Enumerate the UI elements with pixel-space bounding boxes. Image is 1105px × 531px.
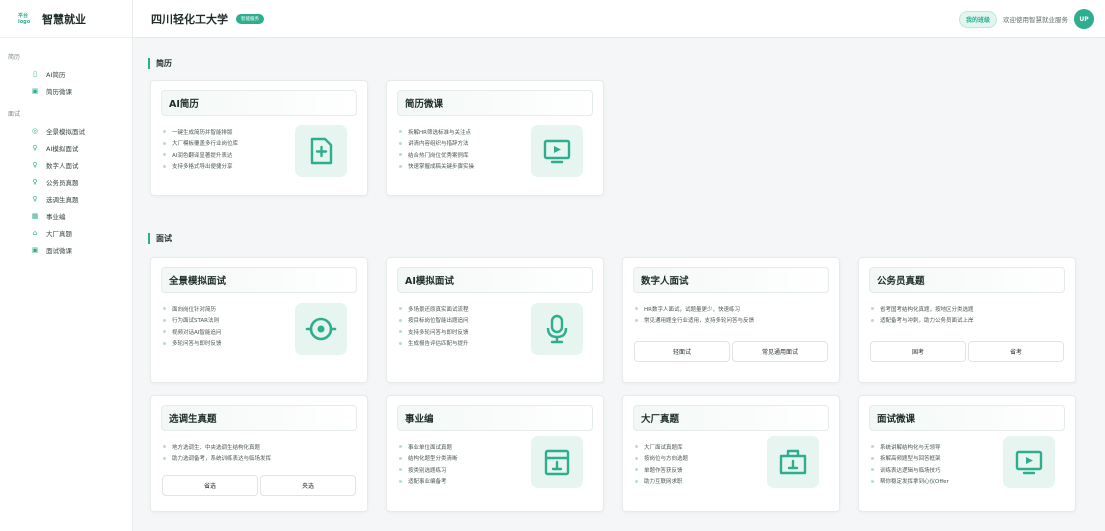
- resume-doc-icon: ▯: [33, 70, 37, 78]
- card-bullets: 地方选调生、中央选调生结构化真题 助力选调备考，系统训练表达与临场发挥: [163, 441, 367, 464]
- mic-icon: ♀: [32, 178, 38, 186]
- my-class-button[interactable]: 我的班级: [958, 10, 997, 28]
- sidebar-item-resume-course[interactable]: ▣ 简历微课: [0, 83, 132, 99]
- card-button-row: 省选 央选: [162, 475, 356, 496]
- brand-logo: 平台logo: [18, 13, 31, 25]
- video-icon: [531, 125, 583, 177]
- provincial-exam-button[interactable]: 省考: [968, 341, 1064, 362]
- mic-icon: ♀: [32, 195, 38, 203]
- general-interview-button[interactable]: 常见通用面试: [732, 341, 828, 362]
- sidebar-item-digital[interactable]: ♀ 数字人面试: [0, 157, 132, 173]
- service-badge: 智能服务: [236, 13, 264, 24]
- card-title: 面试微课: [869, 405, 1065, 431]
- university-name: 四川轻化工大学: [151, 12, 228, 26]
- card-ai-interview[interactable]: AI模拟面试 多场景还原真实面试流程 按目标岗位智能出题追问 支持多轮问答与即时…: [386, 257, 604, 383]
- card-bullets: HR数字人面试，试题量更少，快速练习 常见通用题全行业适用，支持多轮问答与反馈: [635, 303, 839, 326]
- card-title: AI模拟面试: [397, 267, 593, 293]
- welcome-text: 欢迎使用智慧就业服务: [1003, 16, 1068, 24]
- card-panorama-interview[interactable]: 全景模拟面试 面向岗位针对简历 行为面试STAR法则 视频对话AI智能追问 多轮…: [150, 257, 368, 383]
- mic-icon: ♀: [32, 161, 38, 169]
- video-icon: [1003, 436, 1055, 488]
- list-item: 地方选调生、中央选调生结构化真题: [163, 441, 367, 453]
- sidebar-item-panorama[interactable]: ◎ 全景模拟面试: [0, 123, 132, 139]
- brand-name: 智慧就业: [42, 12, 86, 26]
- card-resume-course[interactable]: 简历微课 拆解HR筛选标准与关注点 讲清内容组织与措辞方法 结合热门岗位优秀案例…: [386, 80, 604, 196]
- national-exam-button[interactable]: 国考: [870, 341, 966, 362]
- sidebar-item-label: 全景模拟面试: [46, 128, 85, 136]
- card-title: 全景模拟面试: [161, 267, 357, 293]
- resume-doc-icon: [295, 125, 347, 177]
- card-big-company[interactable]: 大厂真题 大厂面试真题库 按岗位与方向选题 单题作答获反馈 助力互联网求职: [622, 395, 840, 512]
- sidebar-item-civil[interactable]: ♀ 公务员真题: [0, 174, 132, 190]
- central-select-button[interactable]: 央选: [260, 475, 356, 496]
- brand[interactable]: 平台logo 智慧就业: [0, 0, 132, 38]
- card-public-institution[interactable]: 事业编 事业单位面试真题 结构化题型分类清晰 按类别选题练习 适配事业编备考: [386, 395, 604, 512]
- sidebar-item-label: 数字人面试: [46, 162, 79, 170]
- sidebar-item-label: 公务员真题: [46, 179, 79, 187]
- card-title: 数字人面试: [633, 267, 829, 293]
- list-item: 适配备考与冲刺，助力公务员面试上岸: [871, 315, 1075, 327]
- light-interview-button[interactable]: 轻面试: [634, 341, 730, 362]
- card-digital-interview[interactable]: 数字人面试 HR数字人面试，试题量更少，快速练习 常见通用题全行业适用，支持多轮…: [622, 257, 840, 383]
- section-title-text: 简历: [156, 59, 172, 68]
- card-button-row: 轻面试 常见通用面试: [634, 341, 828, 362]
- sidebar-item-public[interactable]: ▦ 事业编: [0, 208, 132, 224]
- office-icon: [767, 436, 819, 488]
- target-icon: [295, 303, 347, 355]
- card-bullets: 省考国考结构化真题，按地区分类选题 适配备考与冲刺，助力公务员面试上岸: [871, 303, 1075, 326]
- card-title: 大厂真题: [633, 405, 829, 431]
- section-title-interview: 面试: [148, 233, 172, 244]
- card-selected-graduate[interactable]: 选调生真题 地方选调生、中央选调生结构化真题 助力选调备考，系统训练表达与临场发…: [150, 395, 368, 512]
- building-icon: ▦: [31, 212, 39, 220]
- building-icon: [531, 436, 583, 488]
- office-icon: ⌂: [32, 229, 38, 237]
- sidebar-item-course[interactable]: ▣ 面试微课: [0, 242, 132, 258]
- sidebar: 平台logo 智慧就业 简历 ▯ AI简历 ▣ 简历微课 面试 ◎ 全景模拟面试…: [0, 0, 133, 531]
- section-title-text: 面试: [156, 234, 172, 243]
- mic-icon: [531, 303, 583, 355]
- mic-icon: ♀: [32, 144, 38, 152]
- list-item: 助力选调备考，系统训练表达与临场发挥: [163, 453, 367, 465]
- provincial-select-button[interactable]: 省选: [162, 475, 258, 496]
- video-icon: ▣: [31, 87, 39, 95]
- sidebar-item-label: 选调生真题: [46, 196, 79, 204]
- sidebar-item-ai-interview[interactable]: ♀ AI模拟面试: [0, 140, 132, 156]
- sidebar-item-label: 事业编: [46, 213, 66, 221]
- card-title: 简历微课: [397, 90, 593, 116]
- list-item: HR数字人面试，试题量更少，快速练习: [635, 303, 839, 315]
- header-right: 我的班级 欢迎使用智慧就业服务 UP: [958, 9, 1094, 29]
- target-icon: ◎: [31, 127, 39, 135]
- list-item: 省考国考结构化真题，按地区分类选题: [871, 303, 1075, 315]
- sidebar-item-ai-resume[interactable]: ▯ AI简历: [0, 66, 132, 82]
- sidebar-group-interview: 面试: [8, 111, 21, 118]
- avatar[interactable]: UP: [1074, 9, 1094, 29]
- card-ai-resume[interactable]: AI简历 一键生成简历并智能排版 大厂模板覆盖多行业岗位库 AI润色翻译显著提升…: [150, 80, 368, 196]
- video-icon: ▣: [31, 246, 39, 254]
- card-interview-course[interactable]: 面试微课 系统讲解结构化与无领导 拆解高频题型与回答框架 训练表达逻辑与临场技巧…: [858, 395, 1076, 512]
- sidebar-item-label: 简历微课: [46, 88, 72, 96]
- sidebar-group-resume: 简历: [8, 54, 21, 61]
- sidebar-item-label: AI简历: [46, 71, 66, 79]
- section-title-resume: 简历: [148, 58, 172, 69]
- list-item: 常见通用题全行业适用，支持多轮问答与反馈: [635, 315, 839, 327]
- sidebar-item-label: AI模拟面试: [46, 145, 79, 153]
- sidebar-item-label: 大厂真题: [46, 230, 72, 238]
- card-title: 事业编: [397, 405, 593, 431]
- sidebar-item-selected[interactable]: ♀ 选调生真题: [0, 191, 132, 207]
- section-bar: [148, 233, 150, 244]
- top-header: 四川轻化工大学 智能服务 我的班级 欢迎使用智慧就业服务 UP: [133, 0, 1105, 38]
- card-civil-servant[interactable]: 公务员真题 省考国考结构化真题，按地区分类选题 适配备考与冲刺，助力公务员面试上…: [858, 257, 1076, 383]
- card-title: AI简历: [161, 90, 357, 116]
- card-title: 选调生真题: [161, 405, 357, 431]
- card-button-row: 国考 省考: [870, 341, 1064, 362]
- section-bar: [148, 58, 150, 69]
- sidebar-item-label: 面试微课: [46, 247, 72, 255]
- sidebar-item-bigco[interactable]: ⌂ 大厂真题: [0, 225, 132, 241]
- card-title: 公务员真题: [869, 267, 1065, 293]
